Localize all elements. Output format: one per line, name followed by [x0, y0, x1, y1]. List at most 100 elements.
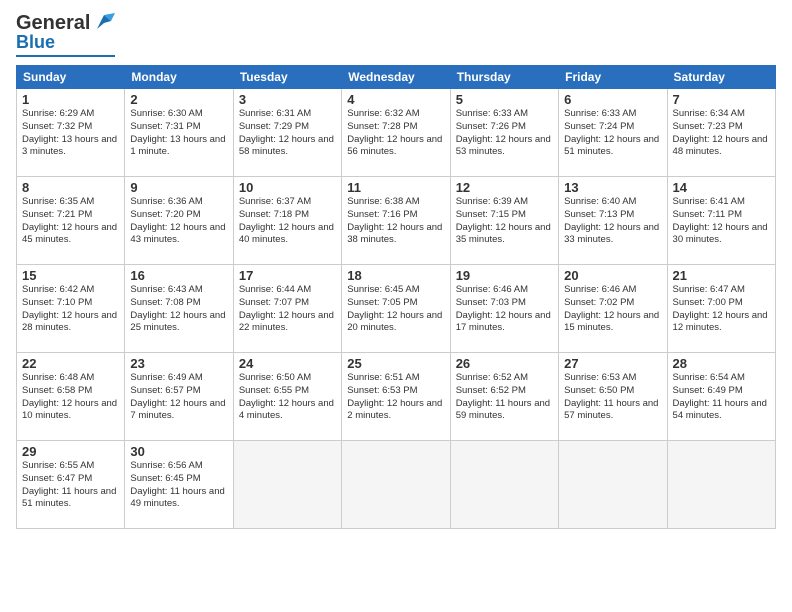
- weekday-header-monday: Monday: [125, 66, 233, 89]
- daylight-text: Daylight: 12 hours and 35 minutes.: [456, 222, 551, 246]
- sunrise-text: Sunrise: 6:41 AM: [673, 196, 745, 207]
- sunrise-text: Sunrise: 6:39 AM: [456, 196, 528, 207]
- day-info: Sunrise: 6:31 AMSunset: 7:29 PMDaylight:…: [239, 108, 336, 159]
- sunset-text: Sunset: 7:21 PM: [22, 209, 92, 220]
- sunset-text: Sunset: 6:50 PM: [564, 385, 634, 396]
- day-number: 15: [22, 268, 119, 283]
- day-info: Sunrise: 6:50 AMSunset: 6:55 PMDaylight:…: [239, 372, 336, 423]
- calendar-week-2: 8Sunrise: 6:35 AMSunset: 7:21 PMDaylight…: [17, 177, 776, 265]
- day-number: 6: [564, 92, 661, 107]
- sunrise-text: Sunrise: 6:50 AM: [239, 372, 311, 383]
- day-info: Sunrise: 6:41 AMSunset: 7:11 PMDaylight:…: [673, 196, 770, 247]
- daylight-text: Daylight: 12 hours and 2 minutes.: [347, 398, 442, 422]
- calendar-cell: 3Sunrise: 6:31 AMSunset: 7:29 PMDaylight…: [233, 89, 341, 177]
- day-number: 5: [456, 92, 553, 107]
- logo-bottom-row: Blue: [16, 32, 115, 53]
- daylight-text: Daylight: 11 hours and 54 minutes.: [673, 398, 767, 422]
- day-info: Sunrise: 6:52 AMSunset: 6:52 PMDaylight:…: [456, 372, 553, 423]
- daylight-text: Daylight: 11 hours and 49 minutes.: [130, 486, 224, 510]
- logo-separator: [16, 55, 115, 57]
- day-number: 30: [130, 444, 227, 459]
- day-info: Sunrise: 6:33 AM Sunset: 7:24 PM Daylight:…: [564, 108, 661, 159]
- calendar-cell: 18Sunrise: 6:45 AMSunset: 7:05 PMDayligh…: [342, 265, 450, 353]
- sunset-text: Sunset: 7:24 PM: [564, 121, 634, 132]
- sunset-text: Sunset: 6:55 PM: [239, 385, 309, 396]
- day-number: 8: [22, 180, 119, 195]
- sunrise-text: Sunrise: 6:56 AM: [130, 460, 202, 471]
- day-info: Sunrise: 6:45 AMSunset: 7:05 PMDaylight:…: [347, 284, 444, 335]
- daylight-text: Daylight: 12 hours and 56 minutes.: [347, 134, 442, 158]
- day-info: Sunrise: 6:29 AMSunset: 7:32 PMDaylight:…: [22, 108, 119, 159]
- calendar-cell: 15Sunrise: 6:42 AMSunset: 7:10 PMDayligh…: [17, 265, 125, 353]
- sunrise-text: Sunrise: 6:44 AM: [239, 284, 311, 295]
- calendar-cell: 8Sunrise: 6:35 AMSunset: 7:21 PMDaylight…: [17, 177, 125, 265]
- day-info: Sunrise: 6:30 AMSunset: 7:31 PMDaylight:…: [130, 108, 227, 159]
- day-number: 24: [239, 356, 336, 371]
- sunset-text: Sunset: 7:00 PM: [673, 297, 743, 308]
- sunrise-text: Sunrise: 6:40 AM: [564, 196, 636, 207]
- day-info: Sunrise: 6:46 AMSunset: 7:02 PMDaylight:…: [564, 284, 661, 335]
- daylight-text: Daylight: 12 hours and 58 minutes.: [239, 134, 334, 158]
- calendar-cell-empty: [559, 441, 667, 529]
- day-number: 4: [347, 92, 444, 107]
- day-info: Sunrise: 6:51 AMSunset: 6:53 PMDaylight:…: [347, 372, 444, 423]
- calendar-cell: 11Sunrise: 6:38 AMSunset: 7:16 PMDayligh…: [342, 177, 450, 265]
- sunrise-text: Sunrise: 6:33 AM: [456, 108, 528, 119]
- day-info: Sunrise: 6:40 AMSunset: 7:13 PMDaylight:…: [564, 196, 661, 247]
- daylight-text: Daylight: 12 hours and 22 minutes.: [239, 310, 334, 334]
- sunrise-text: Sunrise: 6:38 AM: [347, 196, 419, 207]
- day-info: Sunrise: 6:37 AMSunset: 7:18 PMDaylight:…: [239, 196, 336, 247]
- daylight-text: Daylight: 12 hours and 30 minutes.: [673, 222, 768, 246]
- calendar-week-5: 29Sunrise: 6:55 AMSunset: 6:47 PMDayligh…: [17, 441, 776, 529]
- day-number: 3: [239, 92, 336, 107]
- calendar-cell: 29Sunrise: 6:55 AMSunset: 6:47 PMDayligh…: [17, 441, 125, 529]
- calendar-week-4: 22Sunrise: 6:48 AMSunset: 6:58 PMDayligh…: [17, 353, 776, 441]
- sunrise-text: Sunrise: 6:30 AM: [130, 108, 202, 119]
- sunrise-text: Sunrise: 6:29 AM: [22, 108, 94, 119]
- sunset-text: Sunset: 7:15 PM: [456, 209, 526, 220]
- calendar-cell: 9Sunrise: 6:36 AMSunset: 7:20 PMDaylight…: [125, 177, 233, 265]
- calendar-cell: 19Sunrise: 6:46 AMSunset: 7:03 PMDayligh…: [450, 265, 558, 353]
- sunrise-text: Sunrise: 6:43 AM: [130, 284, 202, 295]
- day-number: 1: [22, 92, 119, 107]
- calendar-cell: 28Sunrise: 6:54 AMSunset: 6:49 PMDayligh…: [667, 353, 775, 441]
- weekday-header-row: SundayMondayTuesdayWednesdayThursdayFrid…: [17, 66, 776, 89]
- day-number: 28: [673, 356, 770, 371]
- daylight-text: Daylight: 13 hours and 3 minutes.: [22, 134, 117, 158]
- logo-bird-icon: [93, 11, 115, 33]
- daylight-text: Daylight: 11 hours and 59 minutes.: [456, 398, 550, 422]
- day-number: 9: [130, 180, 227, 195]
- daylight-text: Daylight: 12 hours and 7 minutes.: [130, 398, 225, 422]
- daylight-text: Daylight: 12 hours and 20 minutes.: [347, 310, 442, 334]
- sunrise-text: Sunrise: 6:42 AM: [22, 284, 94, 295]
- day-number: 12: [456, 180, 553, 195]
- day-info: Sunrise: 6:39 AM Sunset: 7:15 PM Daylight:…: [456, 196, 553, 247]
- sunrise-text: Sunrise: 6:48 AM: [22, 372, 94, 383]
- daylight-text: Daylight: 12 hours and 33 minutes.: [564, 222, 659, 246]
- sunrise-text: Sunrise: 6:33 AM: [564, 108, 636, 119]
- day-info: Sunrise: 6:38 AMSunset: 7:16 PMDaylight:…: [347, 196, 444, 247]
- day-number: 7: [673, 92, 770, 107]
- sunrise-text: Sunrise: 6:34 AM: [673, 108, 745, 119]
- calendar-cell: 14Sunrise: 6:41 AMSunset: 7:11 PMDayligh…: [667, 177, 775, 265]
- sunset-text: Sunset: 6:57 PM: [130, 385, 200, 396]
- daylight-text: Daylight: 12 hours and 51 minutes.: [564, 134, 659, 158]
- calendar-cell: 1Sunrise: 6:29 AMSunset: 7:32 PMDaylight…: [17, 89, 125, 177]
- weekday-header-sunday: Sunday: [17, 66, 125, 89]
- day-number: 20: [564, 268, 661, 283]
- day-number: 13: [564, 180, 661, 195]
- page: General Blue SundayMondayTuesdayWednesda…: [0, 0, 792, 612]
- day-info: Sunrise: 6:48 AMSunset: 6:58 PMDaylight:…: [22, 372, 119, 423]
- day-number: 17: [239, 268, 336, 283]
- sunrise-text: Sunrise: 6:31 AM: [239, 108, 311, 119]
- weekday-header-friday: Friday: [559, 66, 667, 89]
- calendar-cell: 6Sunrise: 6:33 AM Sunset: 7:24 PM Daylight…: [559, 89, 667, 177]
- sunset-text: Sunset: 6:53 PM: [347, 385, 417, 396]
- sunrise-text: Sunrise: 6:45 AM: [347, 284, 419, 295]
- sunset-text: Sunset: 6:52 PM: [456, 385, 526, 396]
- logo-blue-text: Blue: [16, 32, 55, 52]
- calendar-week-1: 1Sunrise: 6:29 AMSunset: 7:32 PMDaylight…: [17, 89, 776, 177]
- day-number: 19: [456, 268, 553, 283]
- daylight-text: Daylight: 12 hours and 28 minutes.: [22, 310, 117, 334]
- day-info: Sunrise: 6:47 AMSunset: 7:00 PMDaylight:…: [673, 284, 770, 335]
